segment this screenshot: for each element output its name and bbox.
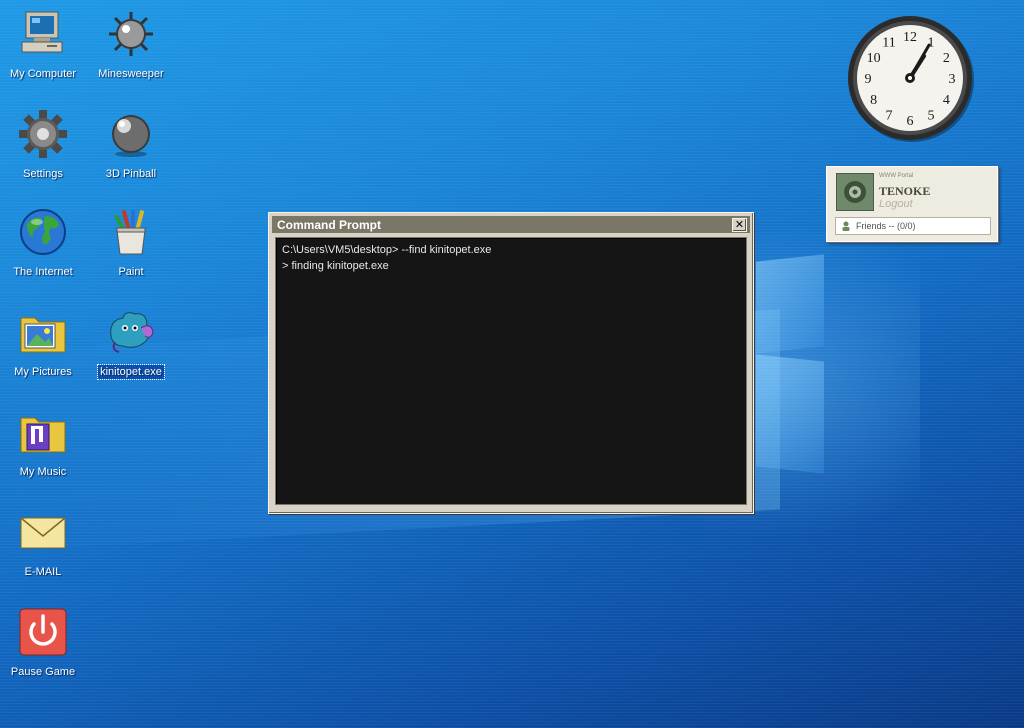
console-line: C:\Users\VM5\desktop> --find kinitopet.e…	[282, 244, 492, 256]
messenger-username: TENOKE	[879, 184, 931, 198]
desktop-icon-3d-pinball[interactable]: 3D Pinball	[86, 108, 176, 182]
desktop-icon-my-pictures[interactable]: My Pictures	[0, 306, 88, 380]
desktop-icon-the-internet[interactable]: The Internet	[0, 206, 88, 280]
clock-numeral: 5	[928, 108, 935, 123]
desktop-icon-settings[interactable]: Settings	[0, 108, 88, 182]
desktop-icon-label: Paint	[118, 266, 144, 278]
clock-numeral: 10	[867, 51, 881, 66]
clock-numeral: 12	[903, 30, 917, 45]
command-prompt-window[interactable]: Command Prompt ✕ C:\Users\VM5\desktop> -…	[268, 212, 754, 514]
mine-icon	[105, 8, 157, 60]
desktop-icon-pause-game[interactable]: Pause Game	[0, 606, 88, 680]
clock-numeral: 9	[865, 72, 872, 87]
clock-numeral: 4	[943, 93, 950, 108]
power-icon	[17, 606, 69, 658]
music-folder-icon	[17, 406, 69, 458]
gear-icon	[17, 108, 69, 160]
desktop-icon-my-music[interactable]: My Music	[0, 406, 88, 480]
desktop-icon-email[interactable]: E-MAIL	[0, 506, 88, 580]
friends-count-label: Friends -- (0/0)	[856, 221, 916, 231]
desktop-icon-label: My Computer	[9, 68, 77, 80]
console-line: > finding kinitopet.exe	[282, 260, 389, 272]
clock-numeral: 11	[882, 36, 895, 51]
desktop-icon-label: E-MAIL	[24, 566, 62, 578]
friends-list-button[interactable]: Friends -- (0/0)	[835, 217, 991, 235]
avatar[interactable]	[836, 173, 874, 211]
desktop-icon-label: The Internet	[13, 266, 73, 278]
pictures-folder-icon	[17, 306, 69, 358]
logout-link[interactable]: Logout	[879, 198, 913, 210]
close-icon: ✕	[734, 217, 745, 231]
wallpaper-logo-pane	[756, 254, 824, 354]
paint-icon	[105, 206, 157, 258]
desktop-icon-kinitopet[interactable]: kinitopet.exe	[86, 306, 176, 380]
friend-icon	[842, 221, 850, 231]
window-titlebar[interactable]: Command Prompt ✕	[272, 216, 750, 233]
desktop-icon-paint[interactable]: Paint	[86, 206, 176, 280]
clock-numeral: 8	[870, 93, 877, 108]
gear-avatar-icon	[837, 174, 873, 210]
clock-numeral: 7	[886, 108, 893, 123]
kinitopet-icon	[105, 306, 157, 358]
desktop-icon-label: kinitopet.exe	[97, 364, 165, 380]
console-output[interactable]: C:\Users\VM5\desktop> --find kinitopet.e…	[275, 237, 747, 505]
messenger-widget: WWW Portal TENOKE Logout Friends -- (0/0…	[826, 166, 998, 242]
globe-icon	[17, 206, 69, 258]
clock-numeral: 6	[907, 114, 914, 129]
desktop-icon-label: My Music	[19, 466, 67, 478]
desktop-icon-my-computer[interactable]: My Computer	[0, 8, 88, 82]
wallpaper-logo-pane	[756, 354, 824, 474]
pinball-icon	[105, 108, 157, 160]
desktop-icon-label: 3D Pinball	[105, 168, 157, 180]
desktop-icon-label: Minesweeper	[98, 68, 164, 80]
clock-numeral: 3	[949, 72, 956, 87]
desktop-icon-label: Settings	[23, 168, 63, 180]
analog-clock: 12 1 2 3 4 5 6 7 8 9 10 11	[846, 14, 976, 144]
desktop-icon-label: Pause Game	[10, 666, 76, 678]
messenger-caption: WWW Portal	[879, 173, 914, 179]
desktop-icon-label: My Pictures	[14, 366, 72, 378]
desktop: My Computer Minesweeper Settings 3D Pinb…	[0, 0, 1024, 728]
envelope-icon	[17, 506, 69, 558]
clock-numeral: 2	[943, 51, 950, 66]
computer-icon	[17, 8, 69, 60]
close-button[interactable]: ✕	[732, 217, 747, 232]
desktop-icon-minesweeper[interactable]: Minesweeper	[86, 8, 176, 82]
window-title: Command Prompt	[277, 217, 382, 232]
